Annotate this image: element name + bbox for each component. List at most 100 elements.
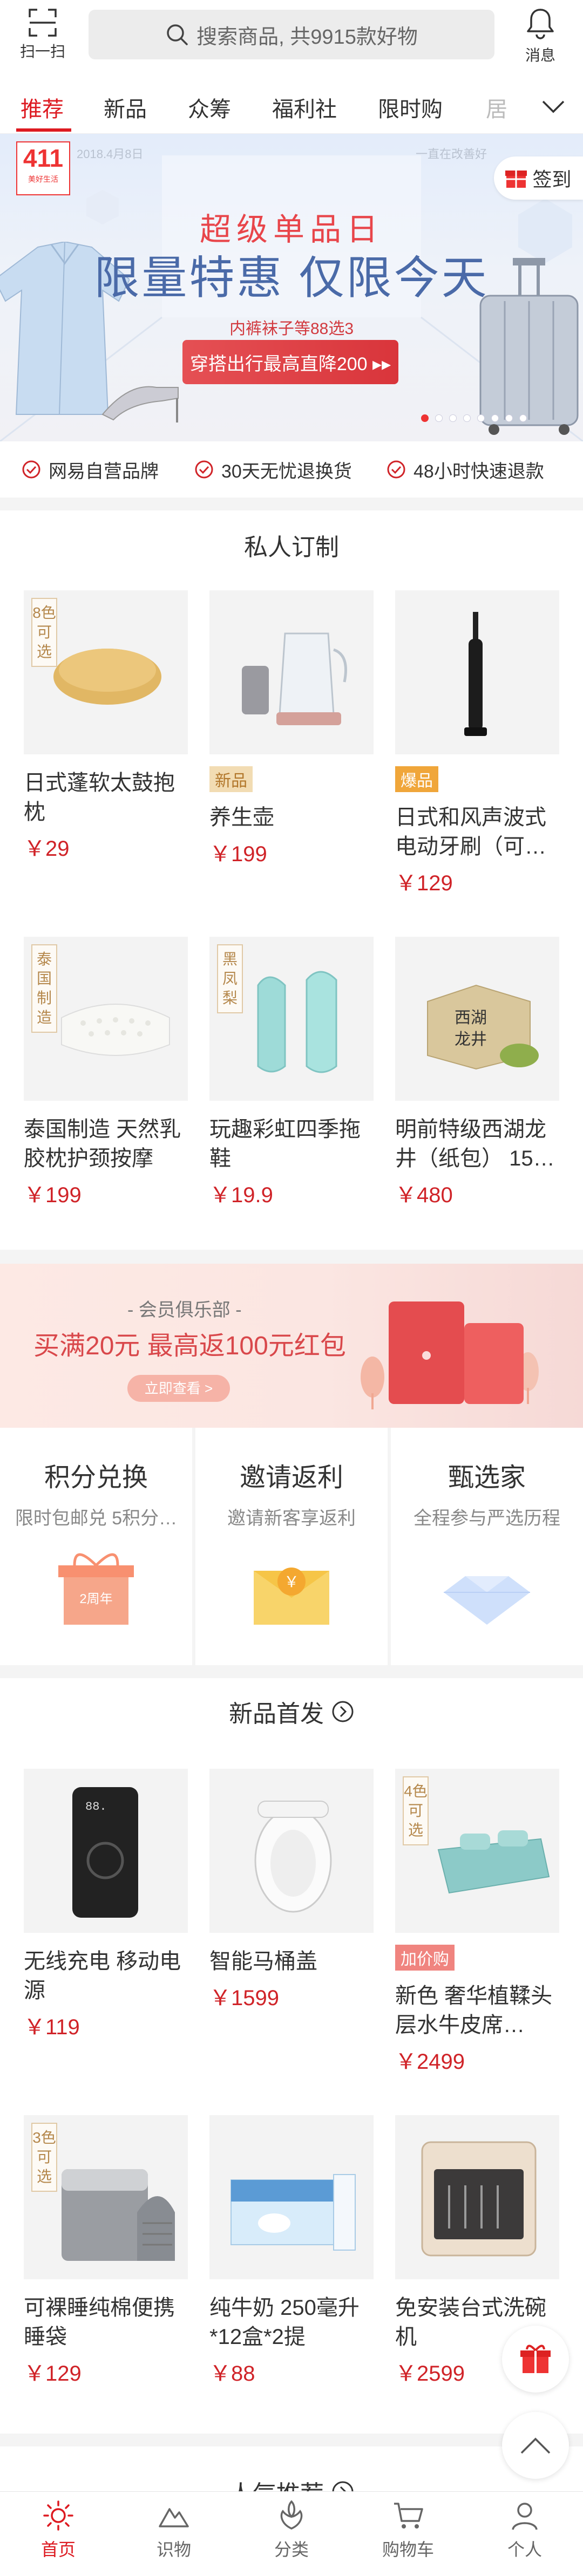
product-image: [209, 590, 374, 754]
feature-tiles: 积分兑换 限时包邮兑 5积分… 2周年 邀请返利 邀请新客享返利 ￥ 甄选家 全…: [0, 1428, 583, 1665]
tile-subtitle: 全程参与严选历程: [413, 1508, 560, 1529]
floating-gift-button[interactable]: [502, 2326, 569, 2393]
popular-section: 人气推荐: [0, 2446, 583, 2491]
banner-note: 内裤袜子等88选3: [229, 320, 354, 338]
search-placeholder: 搜索商品, 共9915款好物: [196, 25, 418, 49]
nav-profile[interactable]: 个人: [487, 2499, 562, 2561]
bottom-navigation: 首页 识物 分类 购物车 个人: [0, 2491, 583, 2576]
banner-date-right: 一直在改善好: [416, 147, 487, 161]
home-icon: [43, 2500, 73, 2531]
product-price: ￥19.9: [209, 1183, 273, 1207]
hero-banner[interactable]: 411 美好生活 2018.4月8日 一直在改善好 签到 超级单品日 限量特惠 …: [0, 134, 583, 441]
envelope-icon: ￥: [254, 1568, 329, 1625]
nav-cart[interactable]: 购物车: [370, 2499, 446, 2561]
guarantee-item: 30天无忧退换货: [194, 456, 352, 483]
tab-recommend[interactable]: 推荐: [21, 92, 64, 123]
tab-welfare[interactable]: 福利社: [272, 92, 337, 123]
active-tab-indicator: [16, 128, 71, 132]
product-price: ￥29: [24, 837, 70, 861]
nav-label: 识物: [156, 2540, 191, 2559]
product-name: 可裸睡纯棉便携睡袋: [24, 2296, 175, 2349]
scan-icon: [29, 9, 57, 37]
product-image: 泰国制造: [24, 937, 188, 1101]
carousel-dot[interactable]: [491, 414, 499, 422]
check-circle-icon: [195, 460, 213, 479]
nav-discover[interactable]: 识物: [136, 2499, 212, 2561]
red-envelope-illustration: [361, 1301, 539, 1409]
carousel-dot[interactable]: [421, 414, 429, 422]
tile-subtitle: 限时包邮兑 5积分…: [15, 1508, 178, 1529]
club-view-button[interactable]: 立即查看 >: [127, 1375, 230, 1402]
tile-invite-rebate[interactable]: 邀请返利 邀请新客享返利 ￥: [195, 1428, 388, 1665]
product-name: 智能马桶盖: [209, 1950, 317, 1973]
scan-button[interactable]: 扫一扫: [13, 8, 72, 67]
product-card[interactable]: 西湖 龙井 明前特级西湖龙井（纸包） 15… ￥480: [395, 937, 559, 1209]
product-card[interactable]: 4色可选 加价购 新色 奢华植鞣头层水牛皮席… ￥2499: [395, 1769, 559, 2075]
scan-label: 扫一扫: [19, 43, 65, 60]
product-card[interactable]: 黑凤梨 玩趣彩虹四季拖鞋 ￥19.9: [209, 937, 374, 1209]
variant-tag: 黑凤梨: [217, 944, 243, 1013]
member-club-banner[interactable]: - 会员俱乐部 - 买满20元 最高返100元红包 立即查看 >: [0, 1264, 583, 1428]
banner-title: 限量特惠 仅限今天: [94, 253, 489, 303]
product-price: ￥2499: [395, 2050, 465, 2074]
carousel-dot[interactable]: [519, 414, 527, 422]
guarantee-label: 30天无忧退换货: [221, 461, 352, 482]
product-image: [209, 2115, 374, 2279]
carousel-dot[interactable]: [435, 414, 443, 422]
carousel-dot[interactable]: [505, 414, 513, 422]
search-input[interactable]: 搜索商品, 共9915款好物: [89, 10, 494, 59]
back-to-top-button[interactable]: [502, 2412, 569, 2479]
new-arrivals-section: 新品首发 88. 无线充电 移动电源 ￥119 智能马桶盖 ￥1599 4色可选: [0, 1678, 583, 2434]
tab-home[interactable]: 居: [486, 92, 507, 123]
message-label: 消息: [525, 47, 555, 64]
product-image: 4色可选: [395, 1769, 559, 1933]
section-title: 新品首发: [229, 1701, 324, 1727]
variant-tag: 3色可选: [31, 2123, 57, 2192]
product-card[interactable]: 智能马桶盖 ￥1599: [209, 1769, 374, 2012]
chevron-down-icon: [542, 100, 565, 113]
banner-cta-button[interactable]: 穿搭出行最高直降200 ▸▸: [182, 340, 398, 384]
tile-title: 甄选家: [448, 1463, 526, 1492]
nav-category[interactable]: 分类: [254, 2499, 329, 2561]
product-card[interactable]: 泰国制造 泰国制造 天然乳胶枕护颈按摩 ￥199: [24, 937, 188, 1209]
product-price: ￥199: [24, 1183, 82, 1207]
product-name: 泰国制造 天然乳胶枕护颈按摩: [24, 1117, 181, 1170]
tile-points-exchange[interactable]: 积分兑换 限时包邮兑 5积分… 2周年: [0, 1428, 192, 1665]
product-price: ￥199: [209, 842, 267, 866]
product-card[interactable]: 爆品 日式和风声波式电动牙刷（可… ￥129: [395, 590, 559, 897]
logo-caption: 美好生活: [28, 175, 58, 183]
message-button[interactable]: 消息: [511, 6, 570, 65]
section-header[interactable]: 人气推荐: [0, 2475, 583, 2491]
carousel-dot[interactable]: [449, 414, 457, 422]
nav-label: 个人: [507, 2540, 542, 2559]
nav-home[interactable]: 首页: [21, 2499, 96, 2561]
product-price: ￥1599: [209, 1986, 279, 2010]
carousel-dot[interactable]: [477, 414, 485, 422]
tab-flash-sale[interactable]: 限时购: [378, 92, 443, 123]
tile-curator[interactable]: 甄选家 全程参与严选历程: [391, 1428, 583, 1665]
guarantee-item: 网易自营品牌: [22, 456, 159, 483]
power-bank-screen: 88.: [85, 1800, 107, 1814]
tab-new[interactable]: 新品: [104, 92, 147, 123]
product-name: 养生壶: [209, 806, 274, 829]
club-title: 买满20元 最高返100元红包: [33, 1332, 346, 1360]
product-image: 黑凤梨: [209, 937, 374, 1101]
carousel-dot[interactable]: [463, 414, 471, 422]
product-card[interactable]: 3色可选 可裸睡纯棉便携睡袋 ￥129: [24, 2115, 188, 2387]
tile-title: 积分兑换: [44, 1463, 148, 1492]
chevron-right-circle-icon: [332, 2481, 354, 2491]
product-card[interactable]: 新品 养生壶 ￥199: [209, 590, 374, 868]
cart-icon: [394, 2503, 423, 2529]
tab-crowdfunding[interactable]: 众筹: [188, 92, 231, 123]
product-card[interactable]: 纯牛奶 250毫升*12盒*2提 ￥88: [209, 2115, 374, 2387]
product-price: ￥129: [395, 871, 453, 895]
signin-label: 签到: [532, 168, 572, 190]
tabs-expand-button[interactable]: [524, 81, 583, 133]
product-image: 8色可选: [24, 590, 188, 754]
variant-tag: 泰国制造: [31, 944, 57, 1033]
arrow-up-icon: [520, 2437, 551, 2454]
product-card[interactable]: 8色可选 日式蓬软太鼓抱枕 ￥29: [24, 590, 188, 862]
signin-button[interactable]: 签到: [494, 156, 583, 200]
product-card[interactable]: 88. 无线充电 移动电源 ￥119: [24, 1769, 188, 2041]
section-header[interactable]: 新品首发: [0, 1694, 583, 1729]
